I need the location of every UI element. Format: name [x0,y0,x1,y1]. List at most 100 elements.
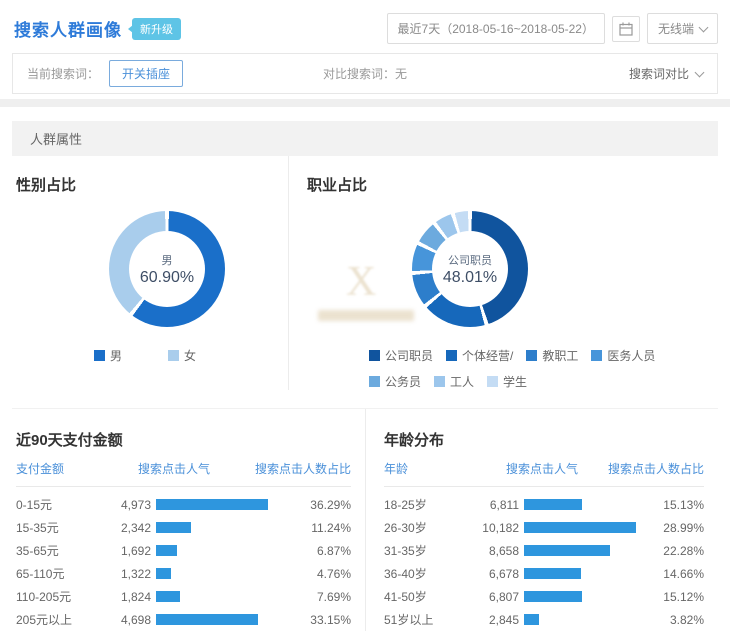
date-range-button[interactable]: 最近7天（2018-05-16~2018-05-22） [387,13,605,44]
row-label: 65-110元 [16,565,111,582]
payment-table-header: 支付金额 搜索点击人气 搜索点击人数占比 [16,460,351,487]
column-header: 搜索点击人数占比 [231,460,351,477]
row-percent: 7.69% [317,590,351,604]
column-header: 支付金额 [16,460,111,477]
column-header: 搜索点击人气 [479,460,584,477]
table-row: 36-40岁6,67814.66% [384,562,704,585]
chevron-down-icon [695,67,705,77]
legend-swatch [434,376,445,387]
table-row: 18-25岁6,811 15.13% [384,493,704,516]
age-table-header: 年龄 搜索点击人气 搜索点击人数占比 [384,460,704,487]
legend-label: 学生 [503,373,527,390]
table-row: 205元以上4,69833.15% [16,608,351,631]
legend-label: 工人 [450,373,474,390]
row-percent: 6.87% [317,544,351,558]
column-header: 搜索点击人数占比 [584,460,704,477]
row-percent: 11.24% [311,521,351,535]
row-bar [524,614,539,625]
occupation-center-label: 公司职员 [448,252,492,268]
row-percent: 28.99% [663,521,704,535]
date-range-label: 最近7天（2018-05-16~2018-05-22） [398,20,594,37]
row-bar [156,545,177,556]
section-title-band: 人群属性 [12,121,718,156]
age-table-body: 18-25岁6,81115.13%26-30岁10,18228.99%31-35… [384,487,704,631]
legend-swatch [369,350,380,361]
row-label: 41-50岁 [384,588,479,605]
row-value: 1,692 [111,544,151,558]
table-row: 31-35岁8,65822.28% [384,539,704,562]
table-row: 15-35元2,342 11.24% [16,516,351,539]
row-value: 6,811 [479,498,519,512]
chevron-down-icon [699,22,709,32]
gender-chart-title: 性别占比 [16,174,274,195]
top-header: 搜索人群画像 新升级 最近7天（2018-05-16~2018-05-22） 无… [0,0,730,53]
current-search-term[interactable]: 开关插座 [109,60,183,87]
row-value: 4,698 [111,613,151,627]
section-title: 人群属性 [30,132,82,147]
legend-item: 女 [168,347,196,364]
gender-center-value: 60.90% [140,269,194,287]
row-bar [156,568,171,579]
payment-table-title: 近90天支付金额 [16,429,351,450]
row-percent: 14.66% [663,567,704,581]
gender-legend: 男女 [16,347,274,364]
legend-swatch [487,376,498,387]
row-bar [524,522,636,533]
row-label: 51岁以上 [384,611,479,628]
row-label: 110-205元 [16,588,111,605]
row-bar [524,499,582,510]
age-table-title: 年龄分布 [384,429,704,450]
table-row: 110-205元1,8247.69% [16,585,351,608]
device-dropdown[interactable]: 无线端 [647,13,718,44]
legend-label: 教职工 [542,347,578,364]
legend-swatch [369,376,380,387]
legend-swatch [94,350,105,361]
row-label: 26-30岁 [384,519,479,536]
row-value: 4,973 [111,498,151,512]
row-label: 31-35岁 [384,542,479,559]
legend-label: 公司职员 [385,347,433,364]
tables-row: 近90天支付金额 支付金额 搜索点击人气 搜索点击人数占比 0-15元4,973… [12,408,718,631]
column-header: 年龄 [384,460,479,477]
row-label: 15-35元 [16,519,111,536]
row-label: 18-25岁 [384,496,479,513]
row-percent: 15.13% [663,498,704,512]
table-row: 35-65元1,692 6.87% [16,539,351,562]
row-value: 1,322 [111,567,151,581]
table-row: 26-30岁10,18228.99% [384,516,704,539]
page-title: 搜索人群画像 [14,16,122,41]
row-value: 2,342 [111,521,151,535]
legend-label: 男 [110,347,122,364]
occupation-donut-center: 公司职员 48.01% [432,231,508,307]
occupation-chart-title: 职业占比 [307,174,704,195]
legend-swatch [591,350,602,361]
filter-bar: 当前搜索词： 开关插座 对比搜索词：无 搜索词对比 [12,53,718,94]
table-row: 65-110元1,322 4.76% [16,562,351,585]
row-bar [156,499,268,510]
legend-item: 个体经营/ [446,347,513,364]
gender-donut-chart: 男 60.90% [109,211,225,327]
age-table-panel: 年龄分布 年龄 搜索点击人气 搜索点击人数占比 18-25岁6,811 15.13… [365,409,718,631]
row-value: 6,678 [479,567,519,581]
row-percent: 36.29% [310,498,351,512]
row-percent: 33.15% [310,613,351,627]
row-label: 35-65元 [16,542,111,559]
gender-chart-panel: 性别占比 男 60.90% 男女 [12,156,288,390]
row-value: 2,845 [479,613,519,627]
occupation-center-value: 48.01% [443,269,497,287]
payment-table-panel: 近90天支付金额 支付金额 搜索点击人气 搜索点击人数占比 0-15元4,973… [12,409,365,631]
row-value: 6,807 [479,590,519,604]
payment-table-body: 0-15元4,97336.29%15-35元2,34211.24%35-65元1… [16,487,351,631]
compare-keywords-dropdown[interactable]: 搜索词对比 [629,65,703,82]
current-search-label: 当前搜索词： [27,65,99,82]
legend-item: 学生 [487,373,527,390]
row-percent: 15.12% [663,590,704,604]
legend-label: 个体经营/ [462,347,513,364]
row-percent: 3.82% [670,613,704,627]
legend-swatch [446,350,457,361]
table-row: 41-50岁6,807 15.12% [384,585,704,608]
table-row: 0-15元4,97336.29% [16,493,351,516]
row-bar [156,522,191,533]
row-percent: 4.76% [317,567,351,581]
calendar-button[interactable] [612,16,640,42]
